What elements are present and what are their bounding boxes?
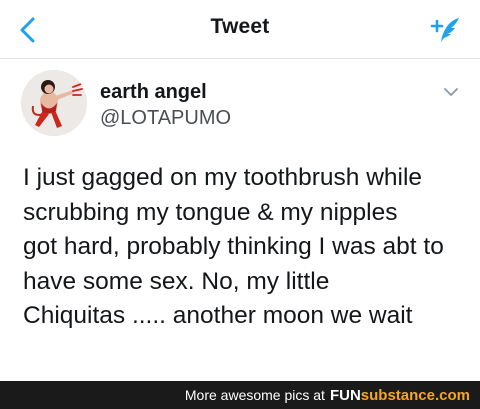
footer-brand-part1: FUN bbox=[329, 386, 361, 404]
top-navigation-bar: Tweet bbox=[0, 0, 480, 59]
compose-tweet-button[interactable] bbox=[426, 10, 466, 50]
footer-brand-part2: substance.com bbox=[360, 386, 470, 404]
chevron-down-icon bbox=[444, 88, 458, 96]
footer-caption: More awesome pics at bbox=[184, 387, 325, 403]
avatar-illustration bbox=[21, 70, 87, 136]
compose-tweet-icon bbox=[430, 18, 459, 42]
avatar[interactable] bbox=[21, 70, 87, 136]
watermark-footer: More awesome pics at FUN substance.com bbox=[0, 381, 480, 409]
tweet-text: I just gagged on my toothbrush while scr… bbox=[23, 164, 444, 329]
tweet-menu-button[interactable] bbox=[440, 81, 462, 103]
page-title: Tweet bbox=[210, 15, 270, 38]
user-handle[interactable]: @LOTAPUMO bbox=[100, 107, 231, 130]
display-name[interactable]: earth angel bbox=[100, 81, 207, 104]
